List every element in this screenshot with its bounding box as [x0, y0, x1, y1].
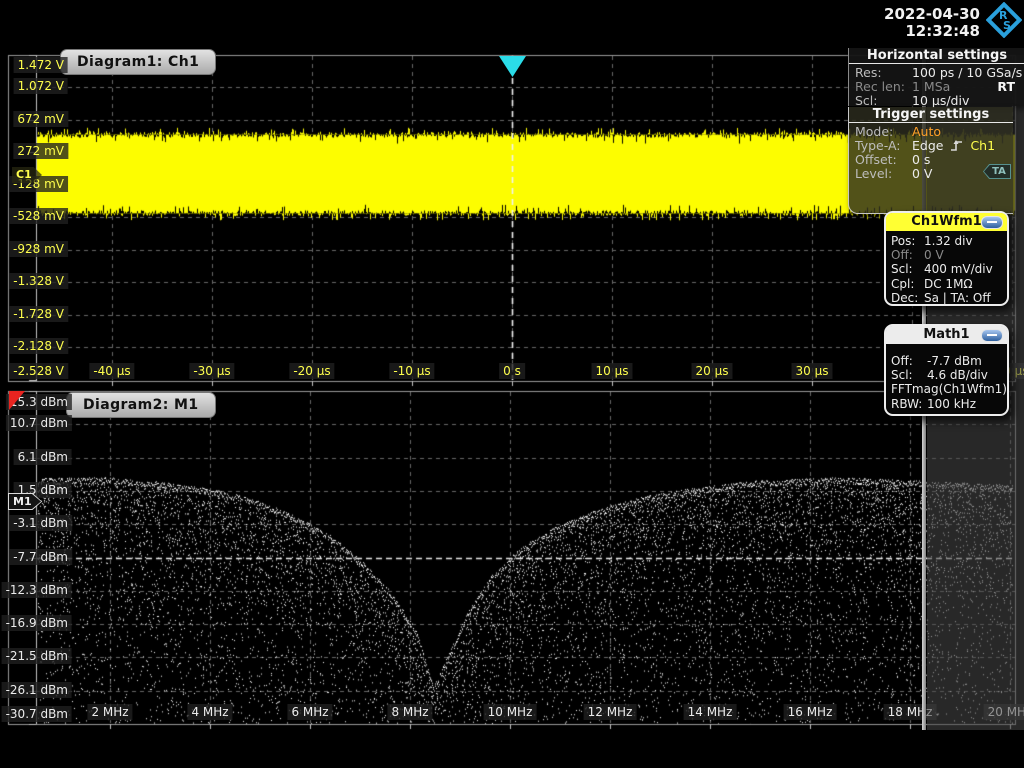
axis-label: 6 MHz [287, 704, 333, 720]
axis-label: 8 MHz [387, 704, 433, 720]
axis-label: 1.072 V [13, 78, 68, 95]
math1-box[interactable]: Math1 Off: -7.7 dBm Scl: 4.6 dB/div FFTmag(C… [884, 324, 1009, 416]
axis-label: -3.1 dBm [9, 515, 72, 532]
axis-label: -10 µs [389, 363, 435, 379]
axis-label: 2 MHz [87, 704, 133, 720]
axis-label: -1.728 V [9, 305, 68, 322]
res-row: Res: 100 ps / 10 GSa/s [855, 65, 1023, 80]
axis-label: -528 mV [9, 208, 68, 225]
offset-row: Offset: 0 s [855, 152, 931, 167]
axis-label: -1.328 V [9, 273, 68, 290]
info-row: Cpl: DC 1MΩ [891, 276, 973, 291]
realtime-badge: RT [997, 79, 1015, 94]
axis-label: 672 mV [13, 110, 68, 127]
oscilloscope-screen: 2022-04-30 12:32:48 R S Diagram1: Ch1 Di… [0, 0, 1024, 768]
axis-label: 20 µs [691, 363, 733, 379]
minimize-button[interactable] [981, 216, 1003, 229]
mode-row: Mode: Auto [855, 124, 942, 139]
svg-text:S: S [1003, 19, 1011, 32]
horizontal-settings-panel[interactable]: Horizontal settings Res: 100 ps / 10 GSa/… [848, 48, 1024, 108]
panel-title: Trigger settings [849, 107, 1013, 123]
minimize-button[interactable] [981, 329, 1003, 342]
axis-label: 30 µs [791, 363, 833, 379]
date-text: 2022-04-30 [884, 5, 980, 23]
info-row: Scl: 400 mV/div [891, 262, 993, 277]
axis-label: -2.128 V [9, 338, 68, 355]
info-row: RBW: 100 kHz [891, 396, 976, 411]
rohde-schwarz-logo: R S [986, 2, 1022, 38]
axis-label: -30.7 dBm [1, 706, 72, 722]
ch1wfm1-box[interactable]: Ch1Wfm1 Pos: 1.32 div Off: 0 V Scl: 400 mV/di… [884, 211, 1009, 306]
info-row: Scl: 4.6 dB/div [891, 368, 988, 383]
rising-edge-icon [951, 140, 963, 151]
axis-label: 16 MHz [783, 704, 837, 720]
axis-label: 14 MHz [683, 704, 737, 720]
info-row: Off: 0 V [891, 248, 944, 263]
axis-label: 0 s [499, 363, 525, 379]
panel-title: Horizontal settings [849, 48, 1024, 64]
axis-label: 10.7 dBm [5, 415, 72, 432]
math1-rows: Off: -7.7 dBm Scl: 4.6 dB/div FFTmag(Ch1Wfm1… [886, 344, 1007, 411]
minimize-icon [987, 334, 997, 336]
axis-label: 272 mV [13, 143, 68, 160]
info-row: Off: -7.7 dBm [891, 354, 982, 368]
axis-label: 12 MHz [583, 704, 637, 720]
axis-label: -20 µs [289, 363, 335, 379]
axis-label: -40 µs [89, 363, 135, 379]
axis-label: -16.9 dBm [1, 615, 72, 632]
axis-label: 10 µs [591, 363, 633, 379]
ch1wfm1-header[interactable]: Ch1Wfm1 [886, 213, 1007, 231]
info-row: FFTmag(Ch1Wfm1) [891, 382, 1007, 397]
axis-label: -2.528 V [9, 363, 68, 379]
scl-row: Scl: 10 µs/div [855, 93, 970, 108]
axis-label: -928 mV [9, 240, 68, 257]
time-text: 12:32:48 [905, 22, 980, 40]
math1-header[interactable]: Math1 [886, 326, 1007, 344]
info-row: Dec: Sa | TA: Off [891, 290, 991, 305]
axis-label: 10 MHz [483, 704, 537, 720]
tab-diagram1[interactable]: Diagram1: Ch1 [60, 49, 217, 75]
axis-label: -26.1 dBm [1, 681, 72, 698]
trigger-settings-panel[interactable]: Trigger settings Mode: Auto Type-A: Edge C… [848, 107, 1013, 214]
axis-label: -21.5 dBm [1, 648, 72, 665]
minimize-icon [987, 221, 997, 223]
axis-label: -30 µs [189, 363, 235, 379]
reclen-row: Rec len: 1 MSa RT [855, 79, 1015, 94]
tab-diagram2[interactable]: Diagram2: M1 [66, 392, 216, 418]
axis-label: 1.472 V [13, 57, 68, 73]
axis-label: -12.3 dBm [1, 581, 72, 598]
axis-label: 4 MHz [187, 704, 233, 720]
axis-label: 6.1 dBm [13, 448, 72, 465]
axis-label: -7.7 dBm [9, 548, 72, 565]
type-row: Type-A: Edge Ch1 [855, 138, 996, 153]
clock: 2022-04-30 12:32:48 [884, 6, 980, 40]
ch1wfm1-rows: Pos: 1.32 div Off: 0 V Scl: 400 mV/div Cpl: DC … [886, 231, 1007, 305]
info-row: Pos: 1.32 div [891, 234, 973, 248]
